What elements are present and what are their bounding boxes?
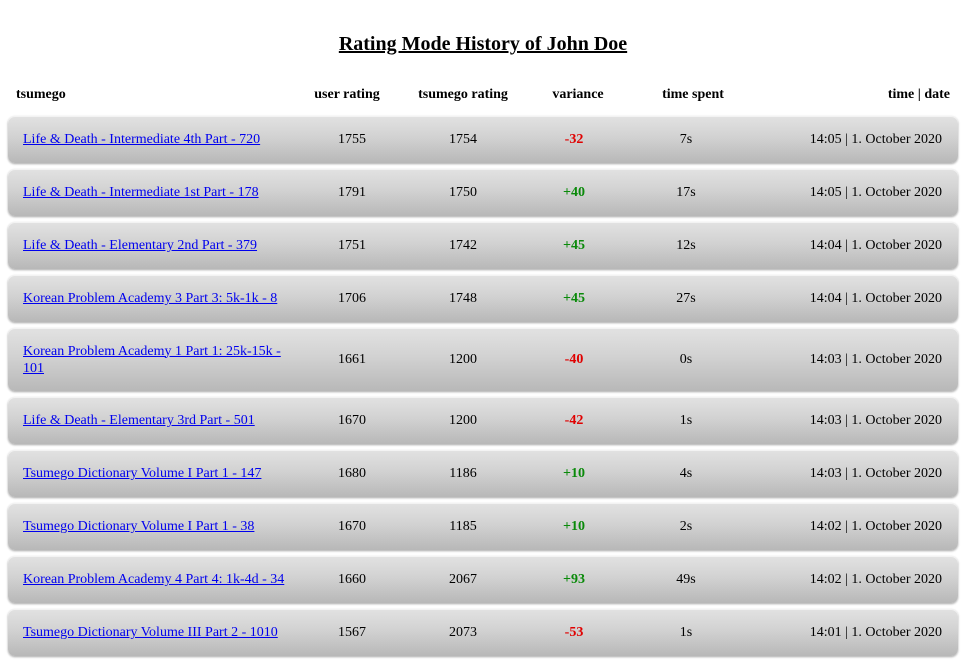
table-row: Tsumego Dictionary Volume I Part 1 - 147…: [8, 450, 958, 497]
tsumego-cell: Korean Problem Academy 4 Part 4: 1k-4d -…: [23, 556, 298, 603]
time-date-cell: 14:05 | 1. October 2020: [809, 184, 942, 200]
tsumego-rating-cell: 1185: [449, 518, 477, 534]
variance-cell: -53: [564, 624, 584, 640]
time-spent-cell: 12s: [676, 237, 696, 253]
user-rating-cell: 1680: [338, 465, 366, 481]
time-date-cell: 14:02 | 1. October 2020: [809, 518, 942, 534]
table-row: Life & Death - Elementary 3rd Part - 501…: [8, 397, 958, 444]
variance-cell: +93: [563, 571, 585, 587]
time-date-cell: 14:02 | 1. October 2020: [809, 571, 942, 587]
time-spent-cell: 4s: [679, 465, 693, 481]
tsumego-link[interactable]: Korean Problem Academy 3 Part 3: 5k-1k -…: [23, 290, 277, 307]
tsumego-rating-cell: 2067: [449, 571, 477, 587]
column-header-time-date: time | date: [887, 87, 950, 102]
user-rating-cell: 1755: [338, 131, 366, 147]
time-date-cell: 14:01 | 1. October 2020: [809, 624, 942, 640]
tsumego-rating-cell: 2073: [449, 624, 477, 640]
variance-cell: +10: [563, 518, 585, 534]
column-header-tsumego-rating: tsumego rating: [418, 87, 508, 102]
column-header-time-spent: time spent: [662, 87, 724, 102]
tsumego-rating-cell: 1748: [449, 290, 477, 306]
tsumego-rating-cell: 1754: [449, 131, 477, 147]
user-rating-cell: 1751: [338, 237, 366, 253]
time-date-cell: 14:03 | 1. October 2020: [809, 412, 942, 428]
tsumego-cell: Life & Death - Elementary 3rd Part - 501: [23, 397, 298, 444]
tsumego-cell: Tsumego Dictionary Volume III Part 2 - 1…: [23, 609, 298, 656]
tsumego-link[interactable]: Life & Death - Intermediate 4th Part - 7…: [23, 131, 260, 148]
column-header-tsumego: tsumego: [16, 87, 66, 102]
user-rating-cell: 1660: [338, 571, 366, 587]
history-table: Life & Death - Intermediate 4th Part - 7…: [8, 116, 958, 662]
table-row: Life & Death - Intermediate 4th Part - 7…: [8, 116, 958, 163]
table-row: Life & Death - Intermediate 1st Part - 1…: [8, 169, 958, 216]
variance-cell: +10: [563, 465, 585, 481]
tsumego-rating-cell: 1200: [449, 412, 477, 428]
variance-cell: -40: [564, 351, 584, 367]
time-spent-cell: 7s: [679, 131, 693, 147]
tsumego-rating-cell: 1186: [449, 465, 477, 481]
table-row: Korean Problem Academy 1 Part 1: 25k-15k…: [8, 328, 958, 391]
time-spent-cell: 0s: [679, 351, 693, 367]
variance-cell: +45: [563, 237, 585, 253]
variance-cell: +45: [563, 290, 585, 306]
tsumego-link[interactable]: Life & Death - Elementary 2nd Part - 379: [23, 237, 257, 254]
tsumego-link[interactable]: Korean Problem Academy 1 Part 1: 25k-15k…: [23, 343, 298, 377]
table-row: Tsumego Dictionary Volume III Part 2 - 1…: [8, 609, 958, 656]
tsumego-cell: Tsumego Dictionary Volume I Part 1 - 38: [23, 503, 298, 550]
tsumego-cell: Life & Death - Intermediate 1st Part - 1…: [23, 169, 298, 216]
user-rating-cell: 1706: [338, 290, 366, 306]
tsumego-rating-cell: 1200: [449, 351, 477, 367]
time-spent-cell: 1s: [679, 412, 693, 428]
tsumego-cell: Tsumego Dictionary Volume I Part 1 - 147: [23, 450, 298, 497]
time-spent-cell: 49s: [676, 571, 696, 587]
table-row: Korean Problem Academy 4 Part 4: 1k-4d -…: [8, 556, 958, 603]
user-rating-cell: 1567: [338, 624, 366, 640]
table-row: Tsumego Dictionary Volume I Part 1 - 38 1…: [8, 503, 958, 550]
user-rating-cell: 1670: [338, 412, 366, 428]
time-date-cell: 14:04 | 1. October 2020: [809, 237, 942, 253]
time-spent-cell: 27s: [676, 290, 696, 306]
variance-cell: -42: [564, 412, 584, 428]
time-date-cell: 14:03 | 1. October 2020: [809, 465, 942, 481]
column-header-variance: variance: [552, 87, 604, 102]
variance-cell: -32: [564, 131, 584, 147]
tsumego-cell: Korean Problem Academy 1 Part 1: 25k-15k…: [23, 328, 298, 391]
tsumego-cell: Korean Problem Academy 3 Part 3: 5k-1k -…: [23, 275, 298, 322]
column-header-user-rating: user rating: [314, 87, 380, 102]
tsumego-link[interactable]: Life & Death - Elementary 3rd Part - 501: [23, 412, 255, 429]
tsumego-cell: Life & Death - Intermediate 4th Part - 7…: [23, 116, 298, 163]
page-title: Rating Mode History of John Doe: [338, 33, 628, 55]
time-date-cell: 14:05 | 1. October 2020: [809, 131, 942, 147]
time-spent-cell: 1s: [679, 624, 693, 640]
user-rating-cell: 1670: [338, 518, 366, 534]
tsumego-rating-cell: 1750: [449, 184, 477, 200]
time-date-cell: 14:03 | 1. October 2020: [809, 351, 942, 367]
tsumego-link[interactable]: Tsumego Dictionary Volume I Part 1 - 147: [23, 465, 261, 482]
tsumego-link[interactable]: Life & Death - Intermediate 1st Part - 1…: [23, 184, 259, 201]
user-rating-cell: 1661: [338, 351, 366, 367]
tsumego-cell: Life & Death - Elementary 2nd Part - 379: [23, 222, 298, 269]
table-row: Korean Problem Academy 3 Part 3: 5k-1k -…: [8, 275, 958, 322]
tsumego-link[interactable]: Korean Problem Academy 4 Part 4: 1k-4d -…: [23, 571, 284, 588]
tsumego-link[interactable]: Tsumego Dictionary Volume III Part 2 - 1…: [23, 624, 278, 641]
table-header: tsumego user rating tsumego rating varia…: [8, 86, 958, 106]
table-row: Life & Death - Elementary 2nd Part - 379…: [8, 222, 958, 269]
time-spent-cell: 17s: [676, 184, 696, 200]
tsumego-link[interactable]: Tsumego Dictionary Volume I Part 1 - 38: [23, 518, 254, 535]
variance-cell: +40: [563, 184, 585, 200]
time-spent-cell: 2s: [679, 518, 693, 534]
user-rating-cell: 1791: [338, 184, 366, 200]
tsumego-rating-cell: 1742: [449, 237, 477, 253]
time-date-cell: 14:04 | 1. October 2020: [809, 290, 942, 306]
